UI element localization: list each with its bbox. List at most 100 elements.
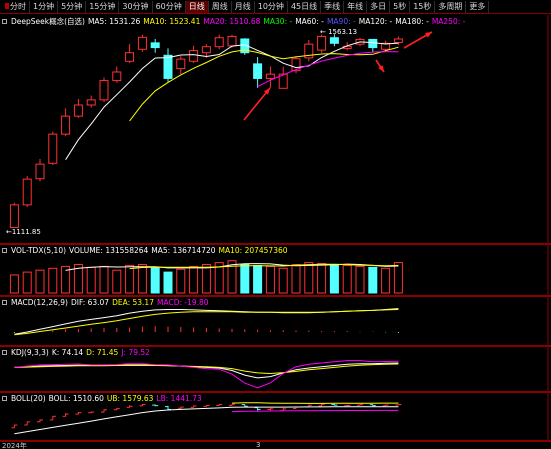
period-button-label: 5分钟	[61, 1, 83, 11]
candle-body	[176, 58, 186, 70]
arrow-head	[378, 65, 384, 72]
period-button-label: 多日	[370, 1, 387, 11]
candle	[163, 48, 173, 82]
period-button[interactable]: 15分钟	[86, 0, 120, 13]
period-button[interactable]: 更多	[466, 0, 490, 13]
boll-price-tick	[75, 411, 82, 415]
boll-price-tick	[11, 424, 18, 429]
boll-price-tick	[395, 404, 402, 406]
period-button[interactable]: 15秒	[410, 0, 436, 13]
candle-body	[48, 133, 58, 164]
candle	[176, 56, 186, 75]
year-label: 2024年	[2, 442, 27, 449]
high-price-value: 1563.13	[328, 28, 358, 36]
candle	[278, 66, 288, 89]
period-button[interactable]: 5分钟	[58, 0, 87, 13]
candle	[253, 57, 263, 88]
period-button[interactable]: 5秒	[390, 0, 411, 13]
price-chart	[0, 15, 551, 244]
volume-bar	[329, 264, 339, 294]
period-button-label: 周线	[211, 1, 228, 11]
candle-body	[329, 37, 339, 44]
volume-bar	[137, 264, 147, 294]
volume-bar	[368, 266, 378, 294]
period-button[interactable]: 45日线	[288, 0, 322, 13]
volume-bar	[304, 262, 314, 294]
volume-bar	[393, 262, 403, 294]
candle-body	[201, 46, 211, 54]
volume-bar	[99, 265, 109, 294]
period-button[interactable]: 1分钟	[30, 0, 59, 13]
candle	[61, 108, 71, 137]
boll-price-tick	[37, 419, 43, 423]
candle	[48, 131, 58, 165]
volume-bar	[342, 264, 352, 294]
candle	[22, 176, 32, 207]
boll-price-tick	[62, 413, 69, 417]
period-button[interactable]: 10分钟	[255, 0, 288, 13]
macd-panel: MACD(12,26,9) DIF: 63.07 DEA: 53.17 MACD: …	[0, 297, 551, 346]
candle-body	[163, 54, 173, 79]
period-button[interactable]: 多日	[367, 0, 391, 13]
candle-body	[150, 42, 160, 49]
candle-body	[99, 80, 109, 101]
k-line	[14, 362, 399, 379]
period-button[interactable]: 年线	[344, 0, 368, 13]
candle	[73, 99, 83, 118]
volume-bar	[48, 267, 58, 294]
period-button[interactable]: 60分钟	[153, 0, 186, 13]
period-button[interactable]: 季线	[321, 0, 345, 13]
period-toolbar: 分时 1分钟 5分钟 15分钟 30分钟 60分钟 日线 周线 月线 10分钟 45日线 季线 年线 多日…	[0, 0, 551, 14]
boll-price-tick	[382, 404, 389, 407]
candle	[214, 34, 224, 50]
boll-price-tick	[126, 405, 133, 408]
macd-chart	[0, 297, 551, 346]
period-button[interactable]: 周线	[209, 0, 232, 13]
candle-body	[368, 38, 378, 49]
period-button-label: 年线	[347, 1, 364, 11]
period-button[interactable]: 多周期	[435, 0, 467, 13]
period-button-label: 1分钟	[33, 1, 55, 11]
date-axis: 2024年 3	[0, 441, 551, 449]
period-button-label: 分时	[10, 1, 26, 11]
period-button[interactable]: 日线	[185, 0, 209, 13]
ma5-line	[65, 41, 399, 160]
boll-price-tick	[177, 406, 184, 409]
kdj-panel: KDJ(9,3,3) K: 74.14 D: 71.45 J: 79.52	[0, 347, 551, 392]
boll-price-tick	[113, 407, 120, 411]
volume-bar	[112, 269, 122, 294]
boll-price-tick	[24, 421, 31, 426]
candle	[86, 95, 96, 108]
volume-bar	[253, 264, 263, 294]
boll-price-tick	[152, 404, 159, 407]
volume-bar	[278, 267, 288, 294]
volume-bar	[381, 267, 391, 294]
boll-price-tick	[331, 403, 338, 406]
period-button[interactable]: 月线	[232, 0, 255, 13]
candle	[265, 66, 275, 88]
volume-bar	[240, 264, 250, 294]
candle	[99, 77, 109, 102]
candle-body	[393, 38, 403, 43]
period-button[interactable]: 30分钟	[119, 0, 153, 13]
candle-body	[73, 104, 83, 117]
boll-price-tick	[344, 404, 351, 407]
volume-bar	[355, 265, 365, 294]
candle	[317, 34, 327, 53]
volume-bar	[9, 274, 19, 294]
period-button-label: 60分钟	[155, 1, 182, 11]
period-button[interactable]: 分时	[2, 0, 30, 13]
candle	[9, 202, 19, 229]
boll-price-tick	[280, 408, 287, 412]
boll-price-tick	[229, 403, 235, 406]
candle-body	[9, 204, 19, 229]
candle	[150, 39, 160, 53]
volume-bar	[176, 268, 186, 294]
candle-body	[22, 178, 32, 206]
volume-bar	[317, 263, 327, 294]
boll-price-tick	[267, 407, 274, 411]
annotation-arrow	[243, 87, 271, 121]
volume-bar	[22, 271, 32, 294]
boll-price-tick	[318, 403, 325, 407]
volume-bar	[201, 264, 211, 294]
